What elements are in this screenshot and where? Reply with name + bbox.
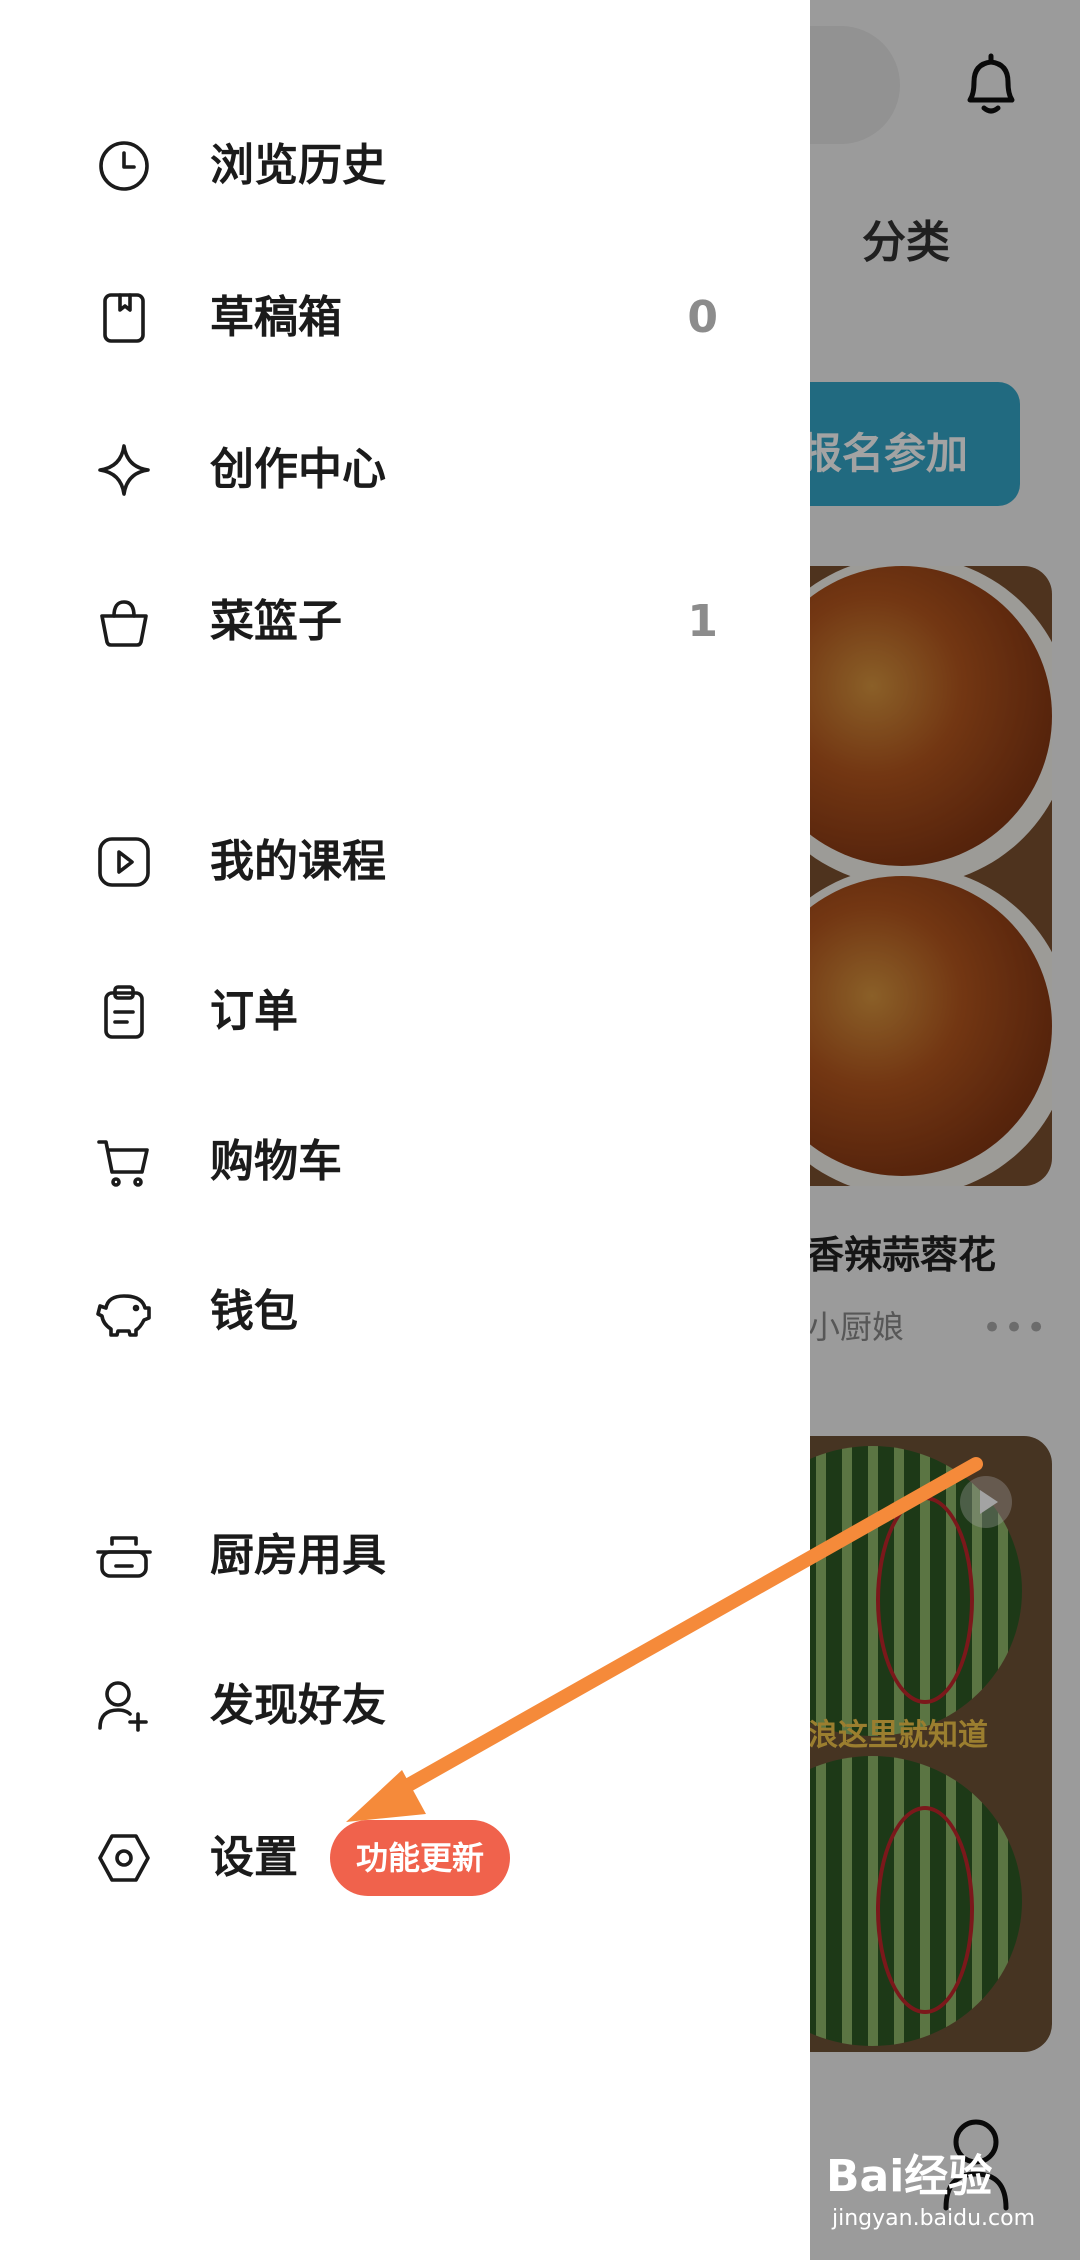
side-drawer: 浏览历史 草稿箱 0 创作中心 菜篮子 1 我的课程 订单 购物车 钱包 厨房用… — [0, 0, 810, 2260]
cart-icon — [97, 1140, 149, 1187]
watermark-logo: Bai经验 — [826, 2151, 993, 2202]
drawer-item-label: 发现好友 — [210, 1680, 386, 1731]
drawer-item-creator-center[interactable]: 创作中心 — [0, 410, 810, 530]
drawer-item-label: 购物车 — [210, 1136, 342, 1187]
drawer-item-label: 菜篮子 — [210, 596, 342, 647]
drawer-item-history[interactable]: 浏览历史 — [0, 106, 810, 226]
drawer-item-label: 创作中心 — [210, 444, 386, 495]
piggy-bank-icon — [96, 1294, 151, 1337]
drawer-item-label: 浏览历史 — [210, 140, 386, 191]
basket-icon — [100, 600, 148, 647]
drawer-item-kitchenware[interactable]: 厨房用具 — [0, 1496, 810, 1616]
sparkle-icon — [98, 444, 150, 496]
draft-box-icon — [103, 293, 145, 343]
drawer-item-label: 钱包 — [210, 1286, 298, 1337]
clock-icon — [99, 141, 149, 191]
drawer-item-basket[interactable]: 菜篮子 1 — [0, 562, 810, 682]
drafts-count: 0 — [687, 292, 718, 343]
drawer-item-my-courses[interactable]: 我的课程 — [0, 802, 810, 922]
basket-count: 1 — [687, 596, 718, 647]
clipboard-icon — [104, 985, 144, 1039]
drawer-item-wallet[interactable]: 钱包 — [0, 1252, 810, 1372]
play-square-icon — [98, 837, 150, 887]
drawer-item-orders[interactable]: 订单 — [0, 952, 810, 1072]
drawer-item-find-friends[interactable]: 发现好友 — [0, 1646, 810, 1766]
drawer-item-label: 设置 — [210, 1832, 298, 1883]
drawer-item-label: 订单 — [210, 986, 298, 1037]
drawer-item-label: 我的课程 — [210, 836, 386, 887]
drawer-item-drafts[interactable]: 草稿箱 0 — [0, 258, 810, 378]
cookware-icon — [96, 1536, 152, 1578]
drawer-item-label: 草稿箱 — [210, 292, 342, 343]
add-user-icon — [98, 1681, 148, 1732]
drawer-item-settings[interactable]: 设置 功能更新 — [0, 1798, 810, 1918]
drawer-item-cart[interactable]: 购物车 — [0, 1102, 810, 1222]
watermark-url: jingyan.baidu.com — [832, 2206, 1036, 2231]
settings-hex-icon — [98, 1834, 150, 1882]
drawer-item-label: 厨房用具 — [210, 1530, 386, 1581]
update-badge: 功能更新 — [330, 1820, 510, 1896]
